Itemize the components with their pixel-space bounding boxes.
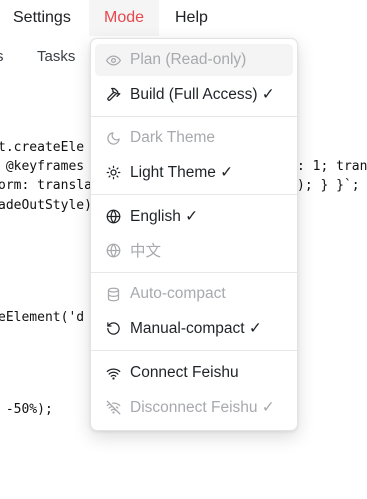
code-line: t.createEle: [0, 140, 85, 155]
wifi-icon: [105, 365, 121, 381]
menu-item-disconnect-feishu[interactable]: Disconnect Feishu ✓: [95, 391, 293, 423]
menu-item-dark-theme[interactable]: Dark Theme: [95, 122, 293, 154]
menu-separator: [91, 194, 297, 195]
menu-item-label: 中文: [130, 243, 162, 260]
menu-help[interactable]: Help: [175, 0, 208, 36]
menu-separator: [91, 116, 297, 117]
menu-item-light-theme[interactable]: Light Theme ✓: [95, 156, 293, 188]
menu-item-label: Light Theme ✓: [130, 163, 234, 181]
menu-item-label: Auto-compact: [130, 285, 226, 302]
menu-separator: [91, 272, 297, 273]
menu-item-label: Plan (Read-only): [130, 51, 247, 68]
hammer-icon: [105, 86, 121, 102]
code-line: eElement('d: [0, 310, 85, 325]
menu-item-label: Connect Feishu: [130, 364, 239, 381]
menu-item-plan[interactable]: Plan (Read-only): [95, 44, 293, 76]
sun-icon: [105, 164, 121, 180]
menu-settings[interactable]: Settings: [13, 0, 71, 36]
menu-mode[interactable]: Mode: [89, 0, 159, 36]
menu-item-build[interactable]: Build (Full Access) ✓: [95, 78, 293, 110]
globe-icon: [105, 208, 121, 224]
menu-item-label: Dark Theme: [130, 129, 215, 146]
rotate-ccw-icon: [105, 320, 121, 336]
menu-item-connect-feishu[interactable]: Connect Feishu: [95, 357, 293, 389]
menu-bar: Settings Mode Help: [0, 0, 367, 37]
menu-item-auto-compact[interactable]: Auto-compact: [95, 278, 293, 310]
database-icon: [105, 286, 121, 302]
menu-item-manual-compact[interactable]: Manual-compact ✓: [95, 312, 293, 344]
tab-tasks[interactable]: Tasks: [37, 36, 75, 78]
menu-separator: [91, 350, 297, 351]
code-line: -50%);: [0, 402, 53, 417]
mode-dropdown-menu: Plan (Read-only) Build (Full Access) ✓ D…: [90, 38, 298, 431]
code-line: orm: transla: [0, 178, 92, 193]
menu-item-chinese[interactable]: 中文: [95, 234, 293, 266]
menu-item-english[interactable]: English ✓: [95, 200, 293, 232]
menu-item-label: Manual-compact ✓: [130, 319, 262, 337]
tab-partial[interactable]: s: [0, 36, 4, 78]
menu-item-label: Disconnect Feishu ✓: [130, 398, 275, 416]
moon-icon: [105, 130, 121, 146]
code-line: ); } }`;: [297, 178, 360, 193]
globe-icon: [105, 242, 121, 258]
code-line: @keyframes: [0, 159, 85, 174]
code-line: : 1; tran: [297, 159, 367, 174]
menu-item-label: English ✓: [130, 207, 199, 225]
eye-icon: [105, 52, 121, 68]
menu-item-label: Build (Full Access) ✓: [130, 85, 275, 103]
wifi-off-icon: [105, 399, 121, 415]
code-line: adeOutStyle): [0, 198, 92, 213]
